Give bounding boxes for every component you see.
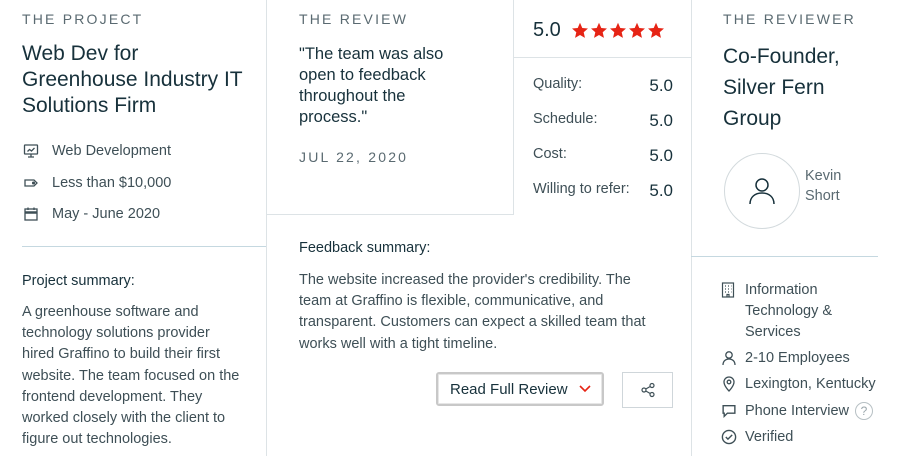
rating-label: Schedule: xyxy=(533,111,598,127)
reviewer-eyebrow: THE REVIEWER xyxy=(723,11,856,27)
project-dates: May - June 2020 xyxy=(22,205,160,223)
feedback-line: works well with a tight timeline. xyxy=(299,335,498,352)
reviewer-interview-type: Phone Interview ? xyxy=(721,402,873,420)
rating-value: 5.0 xyxy=(649,146,673,165)
person-icon xyxy=(721,350,737,366)
project-service: Web Development xyxy=(22,142,171,160)
star-icon xyxy=(571,22,588,38)
summary-line: technology solutions provider xyxy=(22,325,210,342)
column-divider xyxy=(691,0,692,456)
project-budget-label: Less than $10,000 xyxy=(52,175,172,191)
share-icon xyxy=(640,382,655,398)
reviewer-company-size: 2-10 Employees xyxy=(721,350,850,366)
monitor-icon xyxy=(22,142,40,160)
share-button[interactable] xyxy=(622,372,673,408)
feedback-summary-heading: Feedback summary: xyxy=(299,240,431,256)
project-dates-label: May - June 2020 xyxy=(52,206,161,222)
feedback-line: The website increased the provider's cre… xyxy=(299,272,631,288)
quote-line: "The team was also xyxy=(299,45,444,63)
rating-quality: Quality: 5.0 xyxy=(533,76,673,96)
reviewer-verified: Verified xyxy=(721,429,793,445)
summary-line: frontend development. They xyxy=(22,388,203,405)
building-icon xyxy=(721,280,737,343)
star-icon xyxy=(647,22,664,38)
column-divider xyxy=(513,0,514,215)
quote-line: process." xyxy=(299,108,368,126)
verified-check-icon xyxy=(721,429,737,445)
reviewer-title: Co-Founder, Silver Fern Group xyxy=(723,41,893,134)
rating-value: 5.0 xyxy=(649,111,673,130)
rating-value: 5.0 xyxy=(649,181,673,200)
review-eyebrow: THE REVIEW xyxy=(299,11,409,27)
overall-score: 5.0 xyxy=(533,19,561,41)
feedback-summary-text: The website increased the provider's cre… xyxy=(299,270,679,355)
star-icon xyxy=(609,22,626,38)
divider xyxy=(513,57,691,58)
project-title-line: Greenhouse Industry IT xyxy=(22,68,243,91)
divider xyxy=(22,246,266,247)
industry-line: Technology & xyxy=(745,303,833,319)
price-tag-icon xyxy=(22,174,40,192)
reviewer-title-line: Group xyxy=(723,107,782,130)
quote-line: open to feedback xyxy=(299,66,426,84)
rating-schedule: Schedule: 5.0 xyxy=(533,111,673,131)
overall-rating: 5.0 xyxy=(533,19,665,42)
divider xyxy=(691,256,878,257)
project-title-line: Web Dev for xyxy=(22,42,139,65)
chat-bubble-icon xyxy=(721,403,737,419)
chevron-down-icon xyxy=(579,385,591,393)
avatar xyxy=(724,153,800,229)
summary-line: A greenhouse software and xyxy=(22,304,199,320)
project-summary-heading: Project summary: xyxy=(22,273,135,289)
reviewer-name: Kevin Short xyxy=(805,166,841,206)
company-size-label: 2-10 Employees xyxy=(745,350,850,366)
divider xyxy=(266,214,514,215)
reviewer-name-line: Kevin xyxy=(805,168,842,184)
review-date: JUL 22, 2020 xyxy=(299,149,409,165)
summary-line: website. The team focused on the xyxy=(22,367,240,384)
rating-label: Cost: xyxy=(533,146,567,162)
project-service-label: Web Development xyxy=(52,143,172,159)
summary-line: hired Graffino to build their first xyxy=(22,346,220,363)
rating-label: Quality: xyxy=(533,76,583,92)
review-quote: "The team was also open to feedback thro… xyxy=(299,44,499,128)
interview-type-label: Phone Interview xyxy=(745,403,849,419)
verified-label: Verified xyxy=(745,429,794,445)
star-icon xyxy=(590,22,607,38)
rating-value: 5.0 xyxy=(649,76,673,95)
reviewer-industry: Information Technology & Services xyxy=(721,280,832,343)
industry-line: Services xyxy=(745,324,801,340)
location-label: Lexington, Kentucky xyxy=(745,376,876,392)
industry-line: Information xyxy=(745,282,818,298)
project-title: Web Dev for Greenhouse Industry IT Solut… xyxy=(22,41,262,119)
feedback-line: team at Graffino is flexible, communicat… xyxy=(299,293,604,310)
reviewer-location: Lexington, Kentucky xyxy=(721,376,876,392)
reviewer-name-line: Short xyxy=(805,188,840,204)
location-pin-icon xyxy=(721,376,737,392)
rating-label: Willing to refer: xyxy=(533,181,630,197)
project-eyebrow: THE PROJECT xyxy=(22,11,144,27)
summary-line: worked closely with the client to xyxy=(22,410,226,427)
rating-cost: Cost: 5.0 xyxy=(533,146,673,166)
help-icon[interactable]: ? xyxy=(854,402,873,420)
star-rating xyxy=(571,22,665,39)
project-budget: Less than $10,000 xyxy=(22,174,171,192)
read-full-review-label: Read Full Review xyxy=(450,380,568,398)
project-summary-text: A greenhouse software and technology sol… xyxy=(22,302,262,450)
quote-line: throughout the xyxy=(299,87,406,105)
calendar-icon xyxy=(22,205,40,223)
read-full-review-button[interactable]: Read Full Review xyxy=(436,372,604,406)
rating-willing-to-refer: Willing to refer: 5.0 xyxy=(533,181,673,201)
project-title-line: Solutions Firm xyxy=(22,94,157,117)
column-divider xyxy=(266,0,267,456)
summary-line: figure out technologies. xyxy=(22,431,172,448)
feedback-line: transparent. Customers can expect a skil… xyxy=(299,314,646,331)
user-icon xyxy=(749,178,775,205)
reviewer-title-line: Co-Founder, xyxy=(723,45,840,68)
star-icon xyxy=(628,22,645,38)
reviewer-title-line: Silver Fern xyxy=(723,76,825,99)
